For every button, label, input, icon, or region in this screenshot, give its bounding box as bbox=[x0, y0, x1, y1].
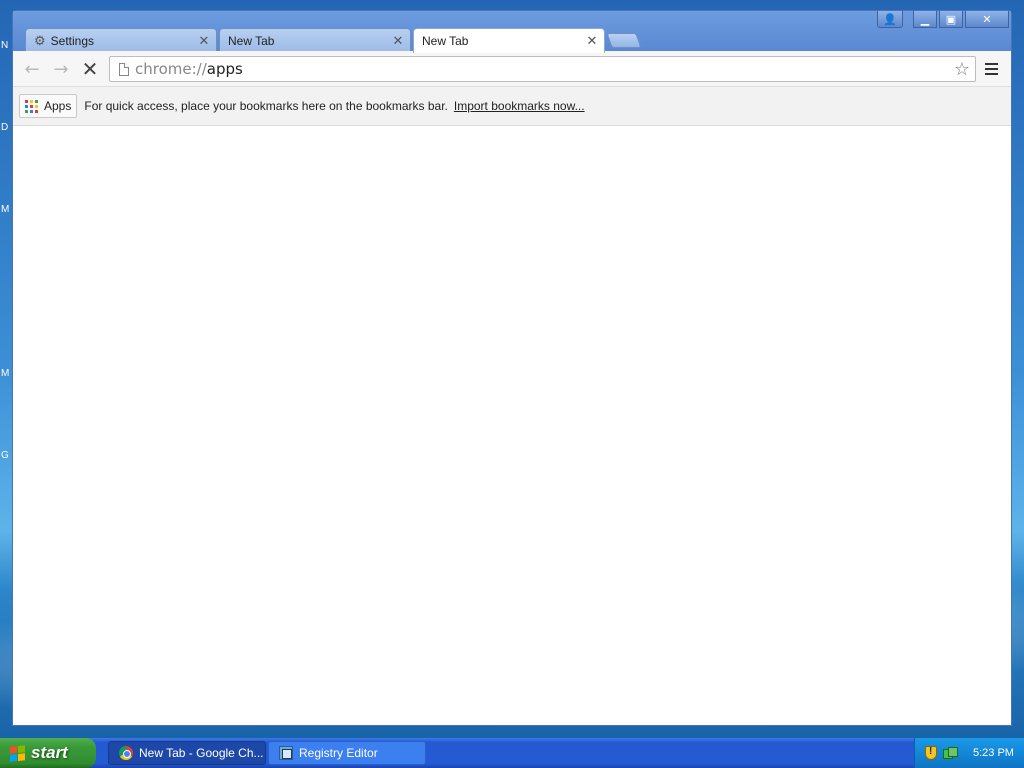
close-icon: ✕ bbox=[982, 12, 992, 26]
clock[interactable]: 5:23 PM bbox=[973, 747, 1014, 759]
forward-arrow-icon: → bbox=[53, 58, 69, 80]
maximize-button[interactable]: ▣ bbox=[939, 11, 963, 28]
url-scheme: chrome:// bbox=[135, 60, 207, 78]
network-icon[interactable] bbox=[943, 747, 958, 759]
desktop-icon-label[interactable]: G bbox=[1, 450, 9, 461]
taskbar-item-label: New Tab - Google Ch... bbox=[139, 746, 264, 760]
page-content bbox=[13, 126, 1011, 725]
menu-icon[interactable] bbox=[985, 63, 999, 78]
window-controls: 👤 ▁ ▣ ✕ bbox=[877, 11, 1009, 28]
close-tab-icon[interactable]: ✕ bbox=[196, 33, 212, 49]
tab-new-tab[interactable]: New Tab ✕ bbox=[219, 28, 411, 52]
gear-icon: ⚙ bbox=[34, 32, 46, 48]
browser-window: ⚙ Settings ✕ New Tab ✕ New Tab ✕ 👤 ▁ ▣ ✕ bbox=[12, 10, 1012, 726]
desktop-icon-label[interactable]: M bbox=[1, 368, 9, 379]
restore-icon: ▣ bbox=[945, 12, 957, 26]
title-bar[interactable]: ⚙ Settings ✕ New Tab ✕ New Tab ✕ 👤 ▁ ▣ ✕ bbox=[13, 11, 1011, 53]
import-bookmarks-link[interactable]: Import bookmarks now... bbox=[454, 99, 585, 113]
desktop-icon-label[interactable]: D bbox=[1, 122, 8, 133]
tab-new-tab-active[interactable]: New Tab ✕ bbox=[413, 28, 605, 53]
tab-settings[interactable]: ⚙ Settings ✕ bbox=[25, 28, 217, 52]
minimize-icon: ▁ bbox=[920, 12, 930, 26]
bookmark-star-icon[interactable]: ☆ bbox=[949, 59, 975, 80]
minimize-button[interactable]: ▁ bbox=[913, 11, 937, 28]
taskbar-item-chrome[interactable]: New Tab - Google Ch... bbox=[108, 741, 266, 765]
close-tab-icon[interactable]: ✕ bbox=[584, 33, 600, 49]
user-icon[interactable]: 👤 bbox=[877, 11, 903, 28]
windows-flag-icon bbox=[10, 744, 25, 762]
toolbar: ← → ✕ chrome://apps ☆ bbox=[13, 51, 1011, 87]
close-tab-icon[interactable]: ✕ bbox=[390, 33, 406, 49]
regedit-icon bbox=[279, 746, 293, 760]
apps-button[interactable]: Apps bbox=[19, 94, 78, 118]
close-button[interactable]: ✕ bbox=[965, 11, 1009, 28]
taskbar-item-label: Registry Editor bbox=[299, 746, 378, 760]
tab-label: New Tab bbox=[422, 34, 469, 48]
tab-label: New Tab bbox=[228, 33, 275, 48]
taskbar: start New Tab - Google Ch... Registry Ed… bbox=[0, 738, 1024, 768]
security-shield-icon[interactable] bbox=[925, 746, 937, 760]
start-label: start bbox=[31, 743, 68, 762]
tab-label: Settings bbox=[50, 33, 95, 48]
forward-button[interactable]: → bbox=[48, 57, 74, 81]
taskbar-item-registry-editor[interactable]: Registry Editor bbox=[268, 741, 426, 765]
system-tray: 5:23 PM bbox=[914, 738, 1024, 768]
bookmarks-hint: For quick access, place your bookmarks h… bbox=[84, 99, 448, 113]
stop-icon: ✕ bbox=[81, 57, 99, 81]
stop-button[interactable]: ✕ bbox=[77, 57, 103, 81]
back-arrow-icon: ← bbox=[24, 58, 40, 80]
desktop-icon-label[interactable]: N bbox=[1, 40, 8, 51]
page-icon bbox=[119, 62, 129, 76]
apps-grid-icon bbox=[25, 99, 38, 113]
bookmarks-bar: Apps For quick access, place your bookma… bbox=[13, 87, 1011, 126]
desktop-icon-label[interactable]: M bbox=[1, 204, 9, 215]
back-button[interactable]: ← bbox=[19, 57, 45, 81]
chrome-icon bbox=[119, 746, 133, 760]
address-bar[interactable]: chrome://apps ☆ bbox=[109, 56, 976, 82]
start-button[interactable]: start bbox=[0, 738, 96, 768]
url-host: apps bbox=[206, 60, 243, 78]
apps-label: Apps bbox=[44, 99, 72, 113]
new-tab-button[interactable] bbox=[606, 33, 642, 48]
url-text[interactable]: chrome://apps bbox=[135, 60, 949, 78]
